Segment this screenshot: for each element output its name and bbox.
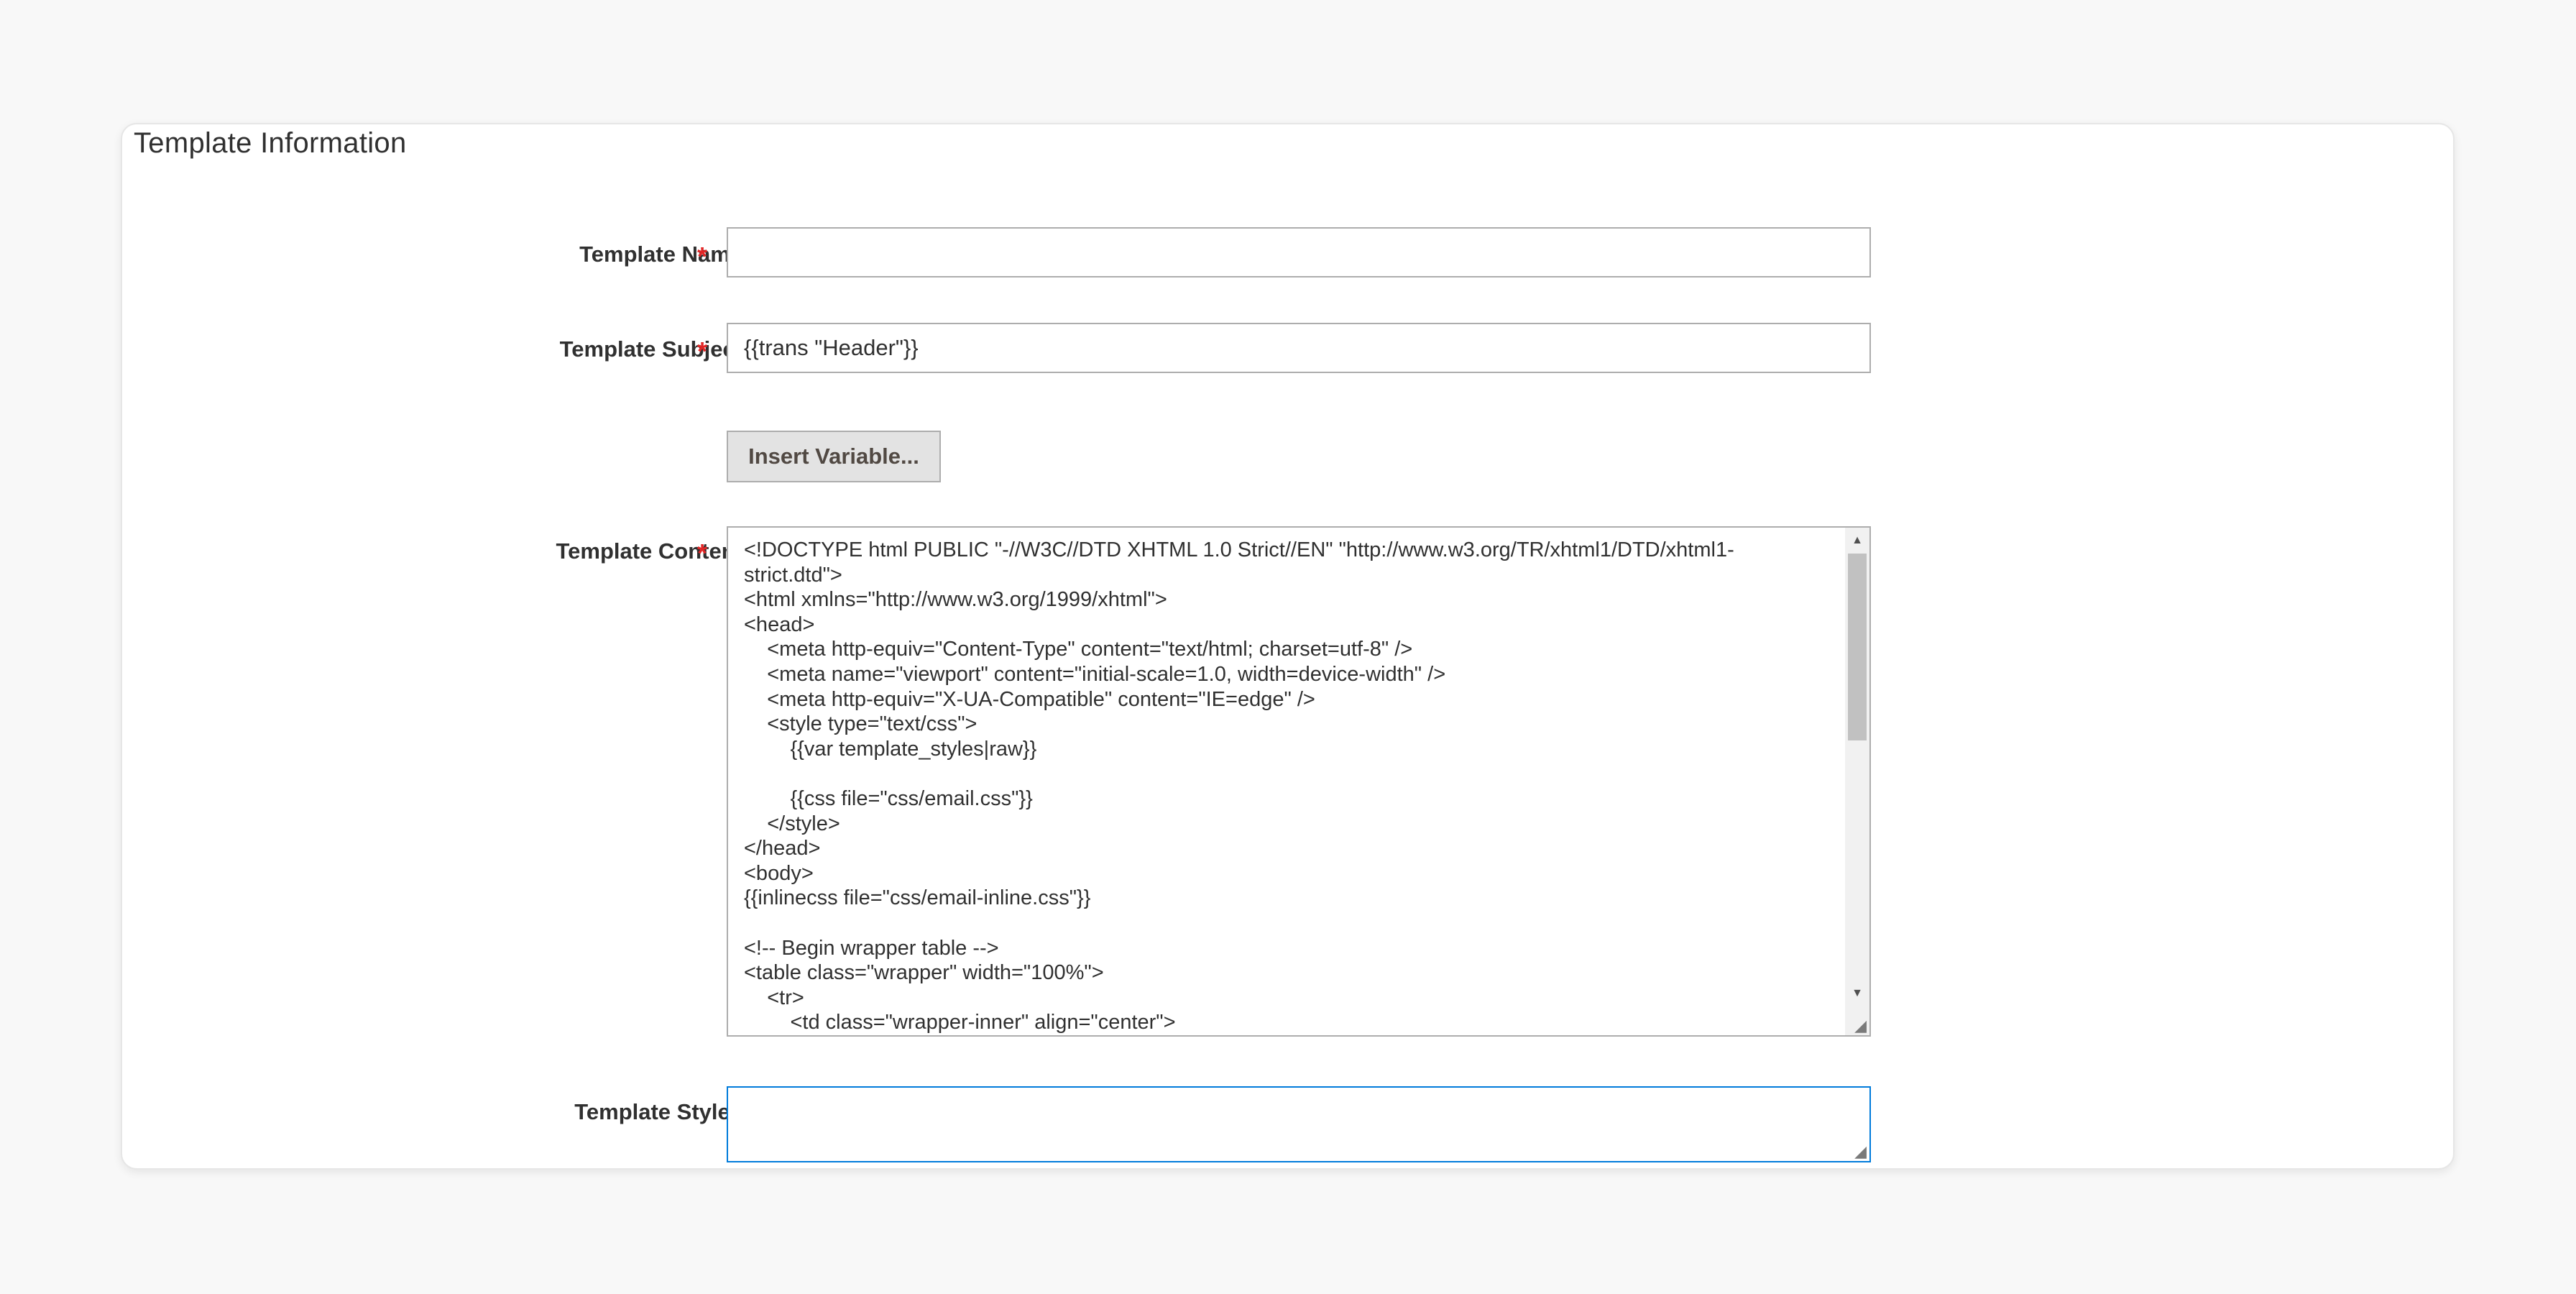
resize-grip-icon[interactable]: ◢ [1854, 1018, 1867, 1034]
scrollbar-thumb[interactable] [1848, 554, 1867, 740]
template-content-label: Template Content [556, 538, 743, 564]
resize-grip-icon[interactable]: ◢ [1854, 1144, 1867, 1160]
code-line: <table class="wrapper" width="100%"> [744, 961, 1104, 985]
template-name-input[interactable] [727, 227, 1871, 277]
code-line: {{var template_styles|raw}} [744, 737, 1037, 761]
code-line: <tr> [744, 986, 804, 1009]
scroll-down-arrow-icon[interactable]: ▼ [1845, 983, 1869, 1004]
required-marker: * [697, 538, 708, 568]
required-marker: * [697, 336, 708, 366]
template-styles-textarea[interactable]: ◢ [727, 1086, 1871, 1162]
code-line: {{inlinecss file="css/email-inline.css"}… [744, 886, 1091, 910]
code-line: <meta http-equiv="Content-Type" content=… [744, 638, 1413, 661]
vertical-scrollbar[interactable]: ▲ ▼ [1845, 528, 1869, 1035]
template-styles-label: Template Styles [574, 1099, 742, 1124]
code-line: <html xmlns="http://www.w3.org/1999/xhtm… [744, 588, 1167, 612]
code-line: </head> [744, 837, 821, 861]
code-line: {{css file="css/email.css"}} [744, 786, 1033, 810]
code-line: <meta name="viewport" content="initial-s… [744, 662, 1446, 686]
code-line: <!-- Begin wrapper table --> [744, 936, 999, 960]
template-content-textarea[interactable]: <!DOCTYPE html PUBLIC "-//W3C//DTD XHTML… [727, 526, 1871, 1037]
code-line: <body> [744, 861, 814, 885]
template-subject-label: Template Subject [559, 336, 742, 362]
template-information-panel: Template Information Template Name * Tem… [121, 123, 2455, 1170]
template-name-label: Template Name [579, 242, 742, 267]
template-subject-input[interactable]: {{trans "Header"}} [727, 323, 1871, 373]
required-marker: * [697, 242, 708, 271]
code-line: <!DOCTYPE html PUBLIC "-//W3C//DTD XHTML… [744, 538, 1734, 561]
code-line: strict.dtd"> [744, 563, 842, 587]
section-title: Template Information [134, 127, 407, 159]
code-line: <meta http-equiv="X-UA-Compatible" conte… [744, 687, 1315, 711]
code-line: <head> [744, 612, 815, 636]
insert-variable-button[interactable]: Insert Variable... [727, 431, 941, 482]
code-line: <td class="wrapper-inner" align="center"… [744, 1011, 1176, 1034]
code-line: <style type="text/css"> [744, 712, 978, 736]
code-line: </style> [744, 812, 840, 835]
template-content-code: <!DOCTYPE html PUBLIC "-//W3C//DTD XHTML… [744, 538, 1836, 1035]
scroll-up-arrow-icon[interactable]: ▲ [1845, 531, 1869, 551]
